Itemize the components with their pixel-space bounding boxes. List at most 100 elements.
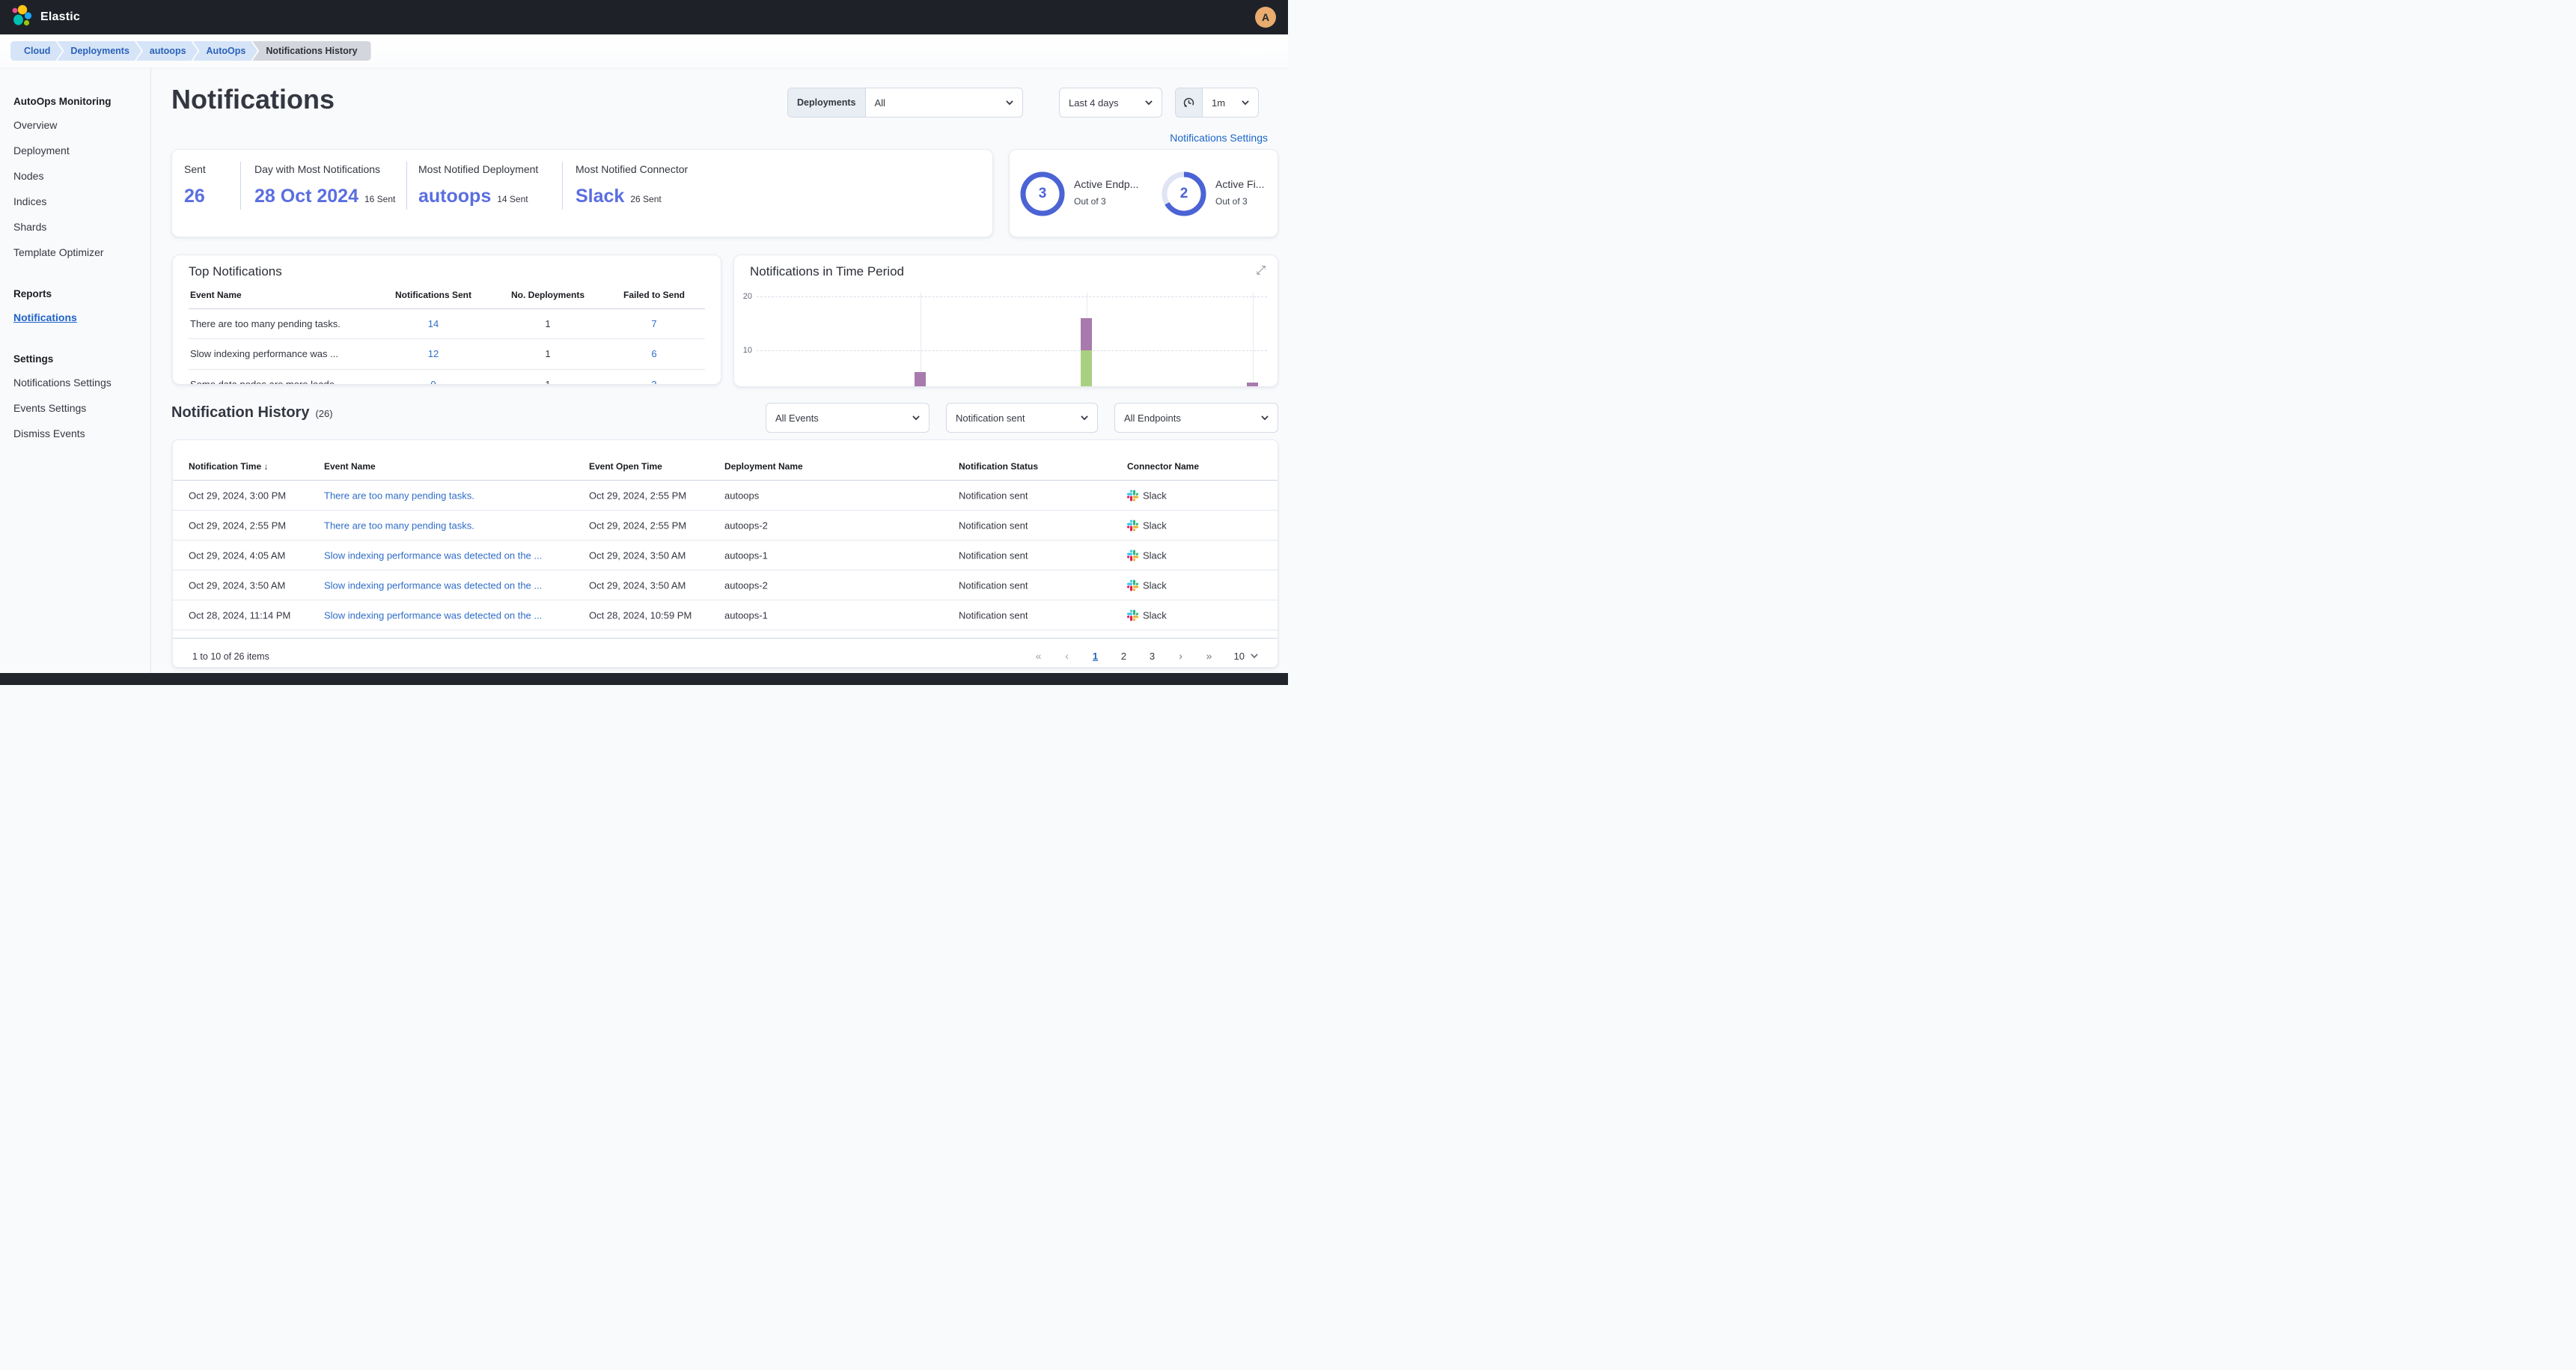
sidebar-section-monitoring: AutoOps Monitoring xyxy=(13,96,143,107)
sidebar-item-notifications[interactable]: Notifications xyxy=(13,311,143,323)
sidebar-item-shards[interactable]: Shards xyxy=(13,221,143,233)
notification-time-cell: Oct 29, 2024, 3:00 PM xyxy=(189,490,286,502)
active-gauges-card: 3 Active Endp... Out of 3 2 Active Fi...… xyxy=(1009,149,1278,237)
stat-deployment-value: autoops xyxy=(418,186,491,207)
brand-title: Elastic xyxy=(40,10,80,24)
auto-refresh-control[interactable]: 1m xyxy=(1175,88,1259,118)
event-name-link[interactable]: Slow indexing performance was detected o… xyxy=(324,610,542,621)
page-title: Notifications xyxy=(171,84,335,115)
window-bottom-strip xyxy=(0,673,1288,685)
col-notification-status: Notification Status xyxy=(959,461,1038,472)
sidebar-item-deployment[interactable]: Deployment xyxy=(13,144,143,156)
stat-day-value: 28 Oct 2024 xyxy=(254,186,358,207)
notification-status-cell: Notification sent xyxy=(959,490,1028,502)
sidebar-item-template-optimizer[interactable]: Template Optimizer xyxy=(13,246,143,258)
refresh-clock-icon[interactable] xyxy=(1176,88,1203,117)
deployment-name-cell: autoops-1 xyxy=(724,610,768,621)
event-open-time-cell: Oct 29, 2024, 2:55 PM xyxy=(589,490,686,502)
deployments-filter-label: Deployments xyxy=(788,88,866,117)
breadcrumb-autoops[interactable]: autoops xyxy=(136,41,198,61)
page-3-button[interactable]: 3 xyxy=(1141,647,1164,665)
stacked-bar[interactable] xyxy=(1247,383,1258,387)
event-name-cell: Some data nodes are more loade... xyxy=(190,379,343,385)
deployment-name-cell: autoops-2 xyxy=(724,520,768,532)
rows-per-page-select[interactable]: 10 xyxy=(1234,651,1260,662)
breadcrumb-deployments[interactable]: Deployments xyxy=(57,41,141,61)
slack-icon xyxy=(1127,520,1138,532)
failed-count-link[interactable]: 7 xyxy=(651,318,656,329)
col-notifications-sent: Notifications Sent xyxy=(395,290,471,300)
event-open-time-cell: Oct 29, 2024, 3:50 AM xyxy=(589,550,686,561)
refresh-interval-value: 1m xyxy=(1212,97,1225,109)
event-open-time-cell: Oct 29, 2024, 2:55 PM xyxy=(589,520,686,532)
sidebar-item-dismiss-events[interactable]: Dismiss Events xyxy=(13,427,143,439)
stacked-bar[interactable] xyxy=(915,372,926,387)
status-filter-value: Notification sent xyxy=(956,412,1025,424)
col-event-name: Event Name xyxy=(324,461,376,472)
main-content: Notifications Deployments All Last 4 day… xyxy=(151,67,1288,673)
events-filter[interactable]: All Events xyxy=(766,403,930,433)
chevron-down-icon xyxy=(1260,412,1270,423)
failed-count-link[interactable]: 3 xyxy=(651,379,656,385)
sidebar-item-notifications-settings[interactable]: Notifications Settings xyxy=(13,377,143,389)
app-window: Elastic A Cloud Deployments autoops Auto… xyxy=(0,0,1288,685)
sidebar-item-events-settings[interactable]: Events Settings xyxy=(13,402,143,414)
event-name-cell: There are too many pending tasks. xyxy=(190,318,341,329)
user-avatar[interactable]: A xyxy=(1255,7,1276,28)
col-connector-name: Connector Name xyxy=(1127,461,1199,472)
col-event-name: Event Name xyxy=(190,290,242,300)
chevron-down-icon xyxy=(911,412,921,423)
event-name-link[interactable]: There are too many pending tasks. xyxy=(324,490,474,502)
prev-page-button[interactable]: ‹ xyxy=(1056,647,1078,665)
deployments-count: 1 xyxy=(545,348,550,359)
page-1-button[interactable]: 1 xyxy=(1084,647,1107,665)
endpoints-filter[interactable]: All Endpoints xyxy=(1114,403,1278,433)
failed-count-link[interactable]: 6 xyxy=(651,348,656,359)
active-endpoints-value: 3 xyxy=(1019,170,1066,218)
deployments-filter[interactable]: Deployments All xyxy=(787,88,1023,118)
notification-status-cell: Notification sent xyxy=(959,550,1028,561)
connector-cell: Slack xyxy=(1127,520,1167,532)
last-page-button[interactable]: » xyxy=(1198,647,1221,665)
chevron-down-icon xyxy=(1079,412,1090,423)
sent-count-link[interactable]: 0 xyxy=(430,379,436,385)
notifications-settings-link[interactable]: Notifications Settings xyxy=(1170,132,1268,144)
page-2-button[interactable]: 2 xyxy=(1113,647,1135,665)
notification-status-cell: Notification sent xyxy=(959,520,1028,532)
breadcrumb-cloud[interactable]: Cloud xyxy=(10,41,62,61)
deployment-name-cell: autoops xyxy=(724,490,759,502)
bar-segment-bottom xyxy=(1081,350,1092,387)
sent-count-link[interactable]: 12 xyxy=(428,348,439,359)
table-row: Oct 29, 2024, 4:05 AMSlow indexing perfo… xyxy=(173,541,1278,570)
breadcrumb: Cloud Deployments autoops AutoOps Notifi… xyxy=(0,34,1288,67)
breadcrumb-autoops-app[interactable]: AutoOps xyxy=(193,41,258,61)
pagination: « ‹ 1 2 3 › » 10 xyxy=(1028,647,1260,665)
next-page-button[interactable]: › xyxy=(1170,647,1192,665)
event-name-link[interactable]: Slow indexing performance was detected o… xyxy=(324,550,542,561)
events-filter-value: All Events xyxy=(775,412,819,424)
sent-count-link[interactable]: 14 xyxy=(428,318,439,329)
active-filters-gauge: 2 xyxy=(1160,170,1208,218)
sidebar-section-settings: Settings xyxy=(13,353,143,365)
active-filters-sub: Out of 3 xyxy=(1215,196,1248,207)
history-count: (26) xyxy=(315,408,332,419)
active-endpoints-sub: Out of 3 xyxy=(1074,196,1106,207)
notification-time-cell: Oct 29, 2024, 3:50 AM xyxy=(189,580,285,591)
stacked-bar[interactable] xyxy=(1081,318,1092,387)
col-no-deployments: No. Deployments xyxy=(511,290,585,300)
stat-connector-value: Slack xyxy=(576,186,624,207)
notification-status-cell: Notification sent xyxy=(959,610,1028,621)
stat-sent-value: 26 xyxy=(184,186,205,207)
status-filter[interactable]: Notification sent xyxy=(946,403,1098,433)
sidebar-item-overview[interactable]: Overview xyxy=(13,119,143,131)
sidebar-item-nodes[interactable]: Nodes xyxy=(13,170,143,182)
col-notification-time[interactable]: Notification Time ↓ xyxy=(189,461,268,472)
sidebar-item-indices[interactable]: Indices xyxy=(13,195,143,207)
history-table-panel: Notification Time ↓ Event Name Event Ope… xyxy=(172,439,1278,668)
event-name-link[interactable]: There are too many pending tasks. xyxy=(324,520,474,532)
first-page-button[interactable]: « xyxy=(1028,647,1050,665)
event-name-link[interactable]: Slow indexing performance was detected o… xyxy=(324,580,542,591)
bar-segment-top xyxy=(915,372,926,387)
notification-status-cell: Notification sent xyxy=(959,580,1028,591)
time-range-select[interactable]: Last 4 days xyxy=(1059,88,1162,118)
